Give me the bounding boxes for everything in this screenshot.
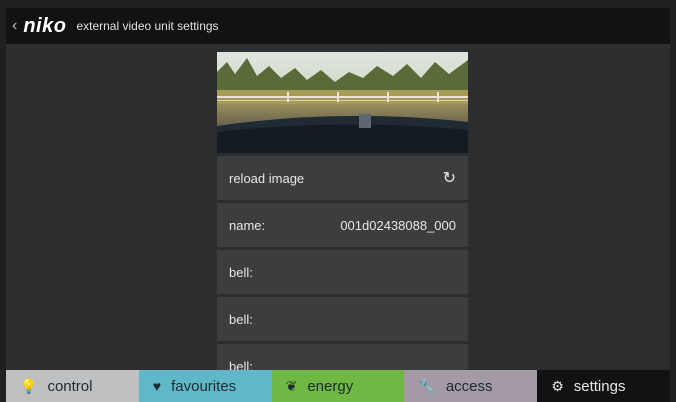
name-label: name:	[229, 217, 266, 233]
reload-icon[interactable]: ↻	[443, 168, 456, 188]
leaf-icon: ❦	[285, 377, 298, 394]
bell-row[interactable]: bell:	[217, 344, 468, 370]
bottom-tab-bar: 💡 control ♥ favourites ❦ energy 🔧 access…	[6, 370, 670, 402]
reload-image-row[interactable]: reload image ↻	[217, 156, 468, 200]
top-bar: ‹ niko external video unit settings	[6, 8, 670, 44]
name-row[interactable]: name: 001d02438088_000	[217, 203, 468, 247]
tab-energy-label: energy	[307, 377, 354, 395]
camera-preview-image	[217, 52, 468, 153]
reload-image-label: reload image	[229, 170, 305, 186]
bell-label: bell:	[229, 358, 253, 371]
gears-icon: ⚙	[551, 377, 564, 394]
heart-icon: ♥	[152, 378, 162, 394]
tab-access-label: access	[445, 377, 493, 395]
tab-settings-label: settings	[573, 377, 626, 395]
tab-settings[interactable]: ⚙ settings	[537, 370, 670, 402]
bell-label: bell:	[229, 311, 253, 327]
tab-control-label: control	[47, 377, 93, 395]
tab-energy[interactable]: ❦ energy	[271, 370, 405, 402]
chevron-left-icon[interactable]: ‹	[12, 18, 17, 34]
lightbulb-icon: 💡	[20, 377, 38, 394]
bell-label: bell:	[229, 264, 253, 280]
wrench-icon: 🔧	[418, 377, 436, 394]
tab-favourites[interactable]: ♥ favourites	[138, 370, 272, 402]
name-value: 001d02438088_000	[340, 217, 456, 233]
settings-list[interactable]: reload image ↻ name: 001d02438088_000 be…	[217, 52, 468, 370]
tab-control[interactable]: 💡 control	[6, 370, 139, 402]
niko-logo: niko	[23, 15, 67, 37]
tab-favourites-label: favourites	[171, 377, 237, 395]
bell-row[interactable]: bell:	[217, 250, 468, 294]
tab-access[interactable]: 🔧 access	[404, 370, 538, 402]
bell-row[interactable]: bell:	[217, 297, 468, 341]
page-title: external video unit settings	[76, 19, 219, 33]
